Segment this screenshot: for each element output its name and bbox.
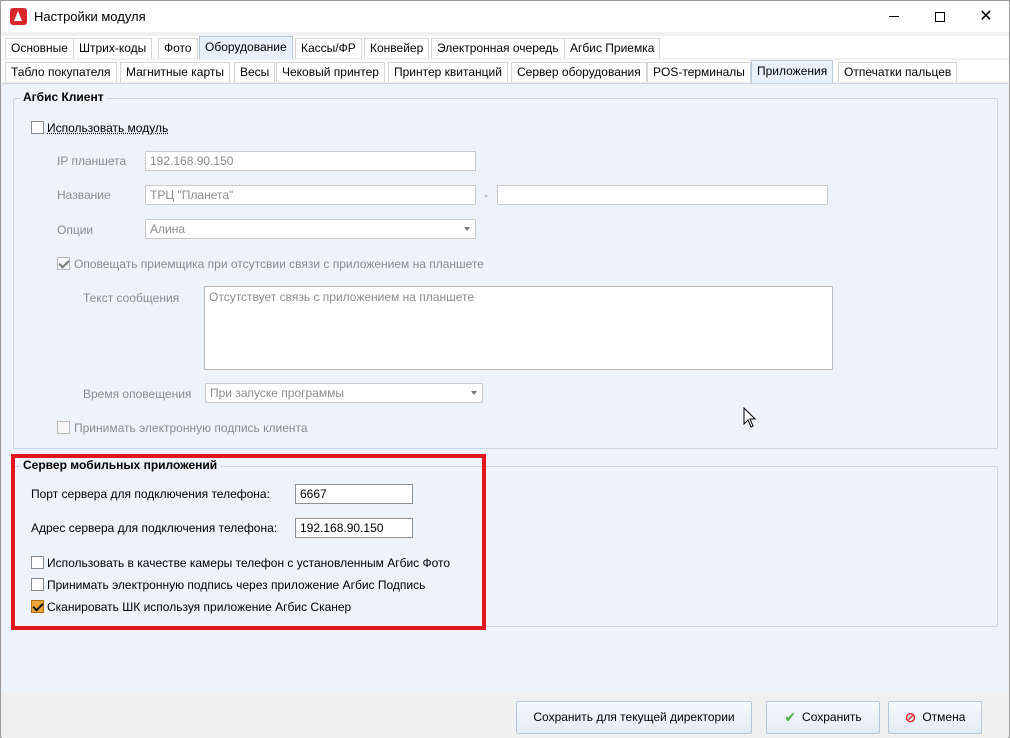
chevron-down-icon	[471, 391, 477, 395]
equipment-tabs: Табло покупателя Магнитные карты Весы Че…	[1, 60, 1009, 83]
save-for-directory-label: Сохранить для текущей директории	[533, 710, 735, 724]
use-module-label[interactable]: Использовать модуль	[47, 121, 168, 135]
title-bar: Настройки модуля ✕	[1, 1, 1009, 32]
tab-fingerprints[interactable]: Отпечатки пальцев	[838, 62, 958, 82]
use-module-checkbox[interactable]	[31, 121, 44, 134]
tab-basic[interactable]: Основные	[5, 38, 74, 58]
tab-pos-terminals[interactable]: POS-терминалы	[647, 62, 751, 82]
maximize-icon	[935, 11, 945, 22]
options-value: Алина	[150, 222, 186, 236]
tab-equipment[interactable]: Оборудование	[199, 36, 293, 59]
highlight-frame	[11, 454, 486, 630]
signature-checkbox[interactable]	[57, 421, 70, 434]
tab-ticket-printer[interactable]: Принтер квитанций	[388, 62, 508, 82]
button-bar: Сохранить для текущей директории ✔ Сохран…	[2, 694, 1008, 738]
agbis-client-title: Агбис Клиент	[20, 90, 107, 104]
options-label: Опции	[57, 223, 94, 237]
name-label: Название	[57, 188, 111, 202]
tab-equipment-server[interactable]: Сервер оборудования	[511, 62, 647, 82]
notify-checkbox[interactable]	[57, 257, 70, 270]
tab-agbis-reception[interactable]: Агбис Приемка	[564, 38, 661, 58]
cancel-button[interactable]: ⊘ Отмена	[888, 701, 982, 734]
name-extra-field[interactable]	[497, 185, 828, 205]
save-label: Сохранить	[802, 710, 862, 724]
minimize-icon	[889, 16, 899, 18]
check-icon: ✔	[784, 709, 797, 726]
time-dropdown[interactable]: При запуске программы	[205, 383, 483, 403]
maximize-button[interactable]	[917, 1, 963, 32]
ip-label: IP планшета	[57, 154, 127, 168]
tab-customer-display[interactable]: Табло покупателя	[5, 62, 117, 82]
notify-label: Оповещать приемщика при отсутсвии связи …	[74, 257, 484, 271]
tab-cash-registers[interactable]: Кассы/ФР	[295, 38, 362, 58]
main-tabs: Основные Штрих-коды Фото Оборудование Ка…	[1, 36, 1009, 59]
window-title: Настройки модуля	[34, 9, 146, 24]
tab-magnetic-cards[interactable]: Магнитные карты	[120, 62, 230, 82]
cancel-label: Отмена	[922, 710, 966, 724]
mouse-cursor-icon	[743, 407, 757, 428]
save-for-directory-button[interactable]: Сохранить для текущей директории	[516, 701, 752, 734]
options-dropdown[interactable]: Алина	[145, 219, 476, 239]
name-field[interactable]: ТРЦ "Планета"	[145, 185, 476, 205]
close-icon: ✕	[979, 8, 993, 25]
message-textarea[interactable]: Отсутствует связь с приложением на планш…	[204, 286, 833, 370]
close-button[interactable]: ✕	[963, 1, 1009, 32]
name-separator: -	[484, 188, 488, 202]
tab-receipt-printer[interactable]: Чековый принтер	[276, 62, 385, 82]
time-label: Время оповещения	[83, 387, 192, 401]
tab-applications[interactable]: Приложения	[751, 60, 834, 83]
message-label: Текст сообщения	[83, 291, 180, 305]
tab-queue[interactable]: Электронная очередь	[431, 38, 565, 58]
signature-label: Принимать электронную подпись клиента	[74, 421, 308, 435]
chevron-down-icon	[464, 227, 470, 231]
ip-field[interactable]: 192.168.90.150	[145, 151, 476, 171]
time-value: При запуске программы	[210, 386, 344, 400]
cancel-icon: ⊘	[904, 709, 917, 726]
minimize-button[interactable]	[871, 1, 917, 32]
app-logo-icon	[10, 8, 27, 25]
tab-conveyor[interactable]: Конвейер	[364, 38, 430, 58]
save-button[interactable]: ✔ Сохранить	[766, 701, 880, 734]
tab-scales[interactable]: Весы	[234, 62, 276, 82]
settings-window: Настройки модуля ✕ Основные Штрих-коды Ф…	[0, 0, 1010, 738]
tab-photo[interactable]: Фото	[158, 38, 198, 58]
tab-barcodes[interactable]: Штрих-коды	[73, 38, 153, 58]
